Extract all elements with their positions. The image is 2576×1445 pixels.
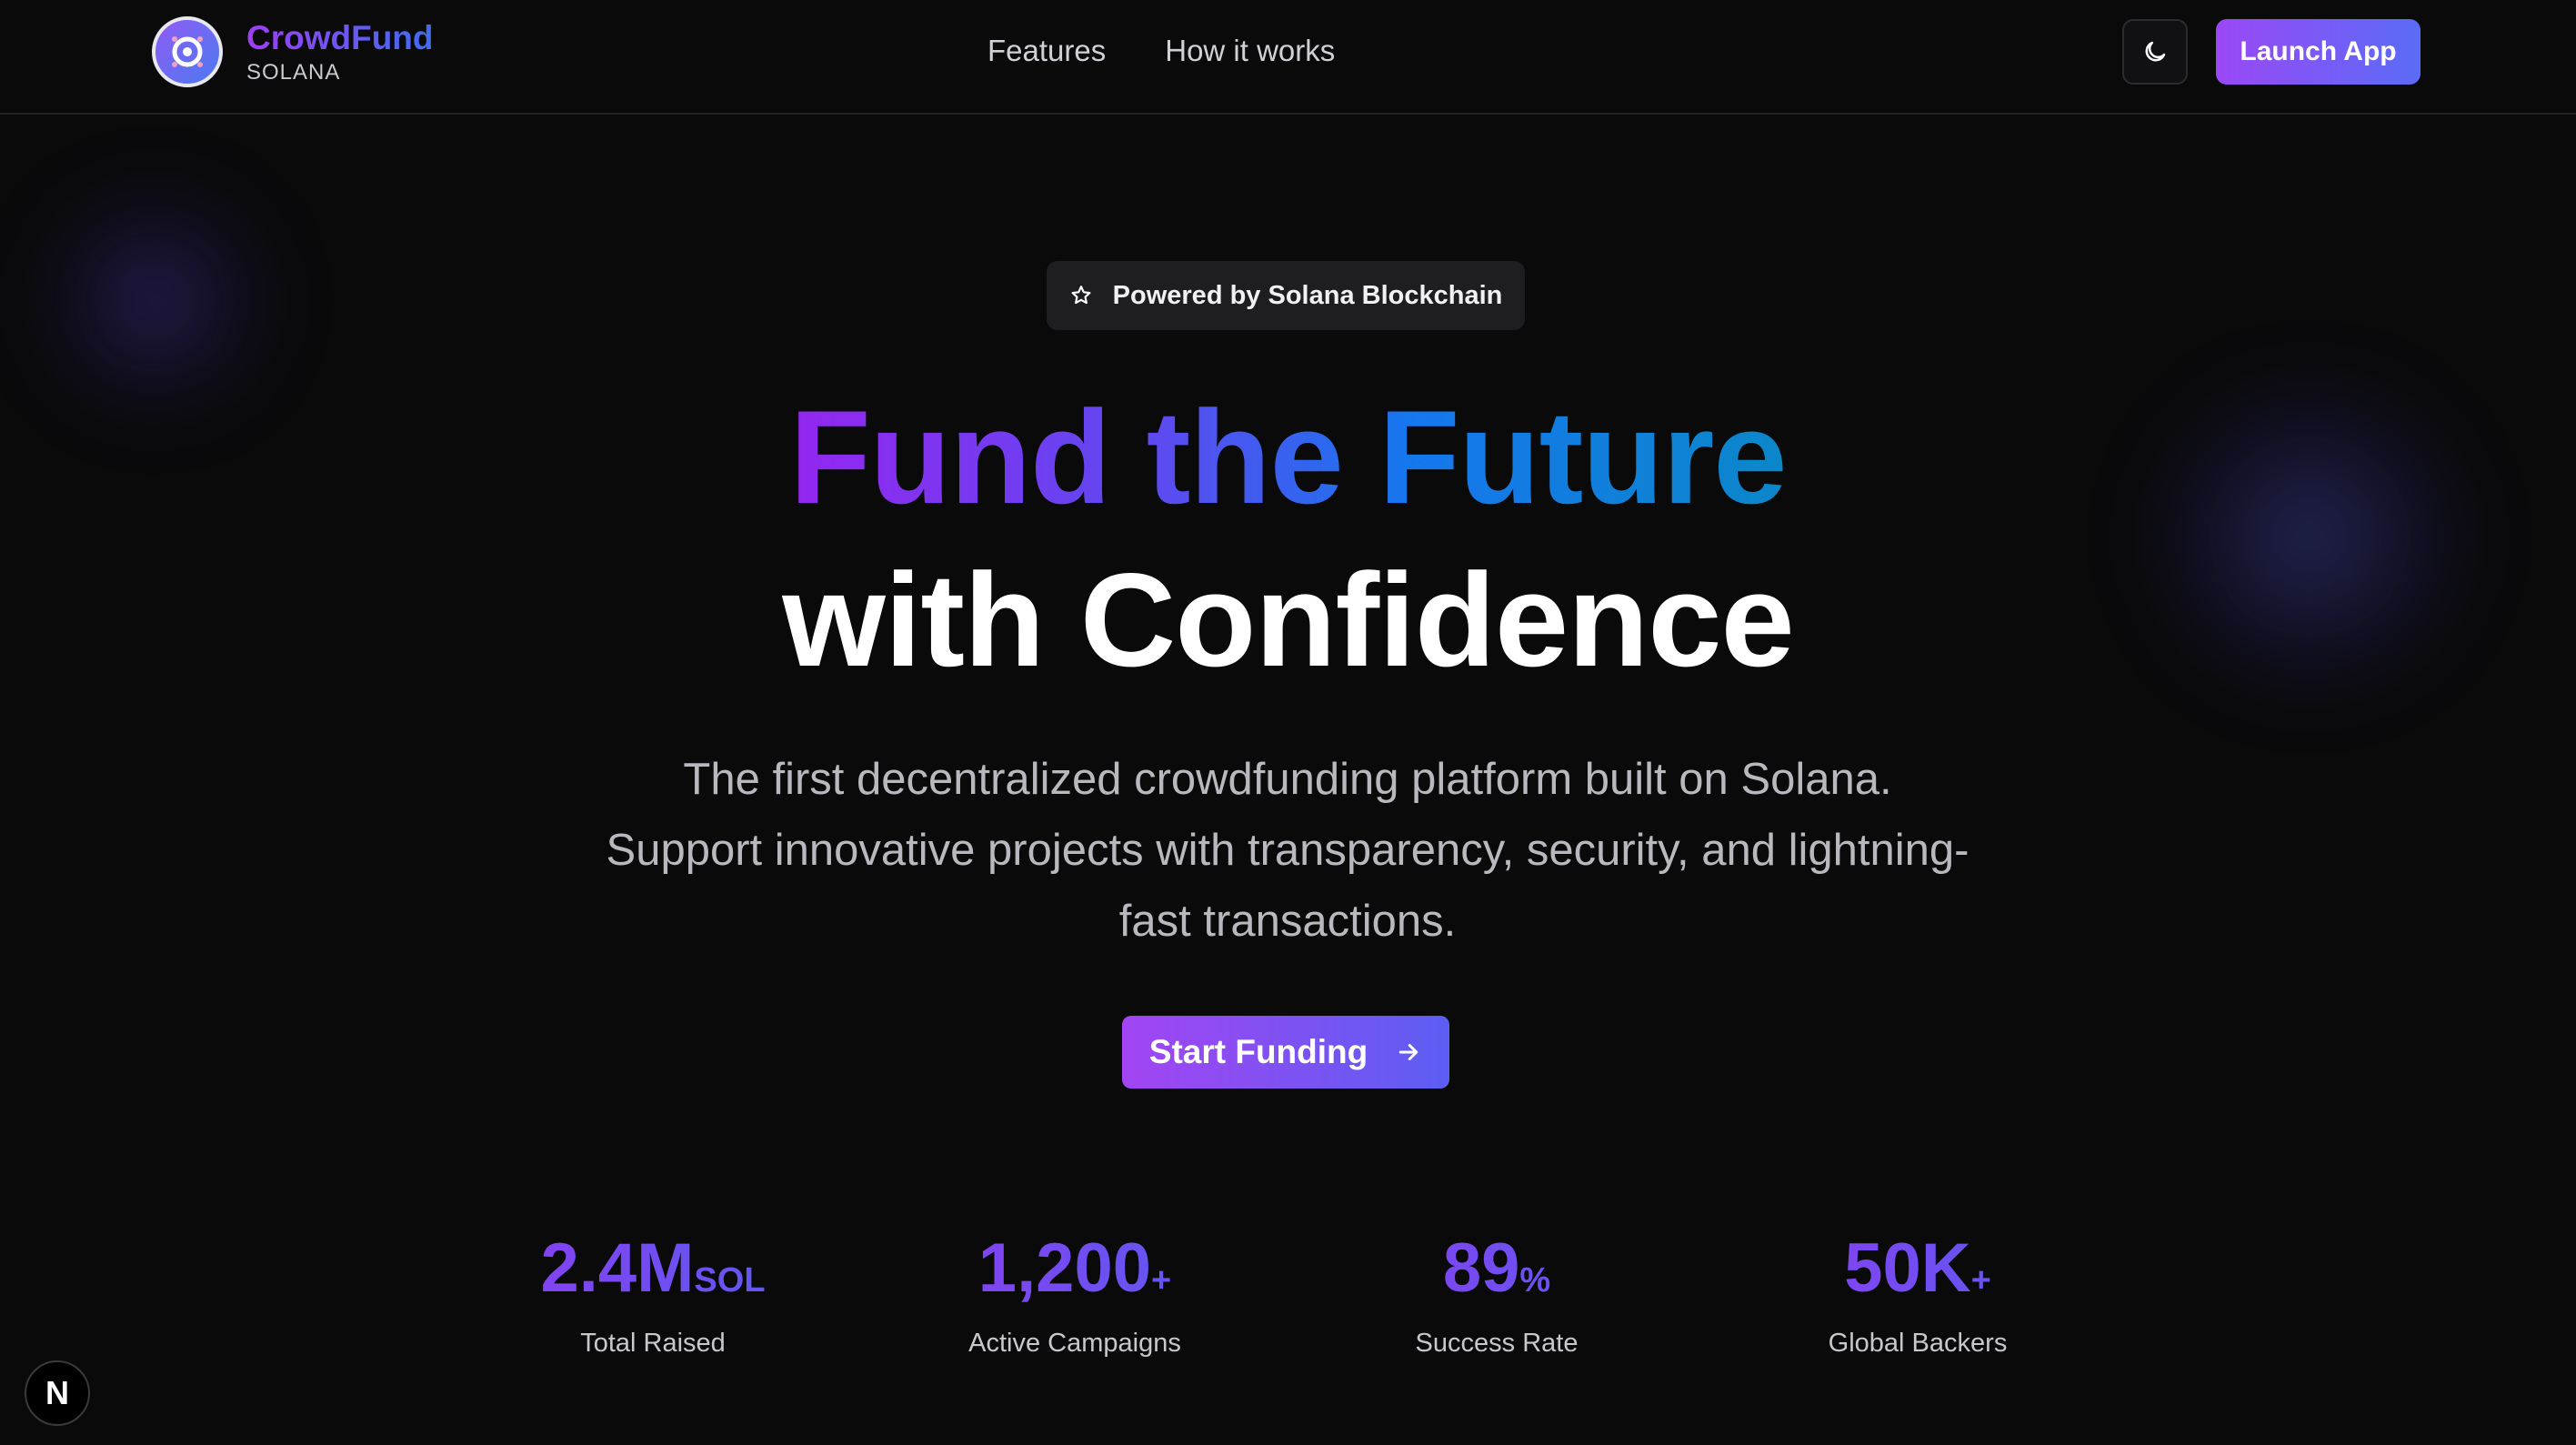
theme-toggle-button[interactable] [2122, 19, 2188, 85]
main-nav: Features How it works [987, 31, 1335, 71]
start-funding-button[interactable]: Start Funding [1122, 1016, 1449, 1089]
launch-app-button[interactable]: Launch App [2216, 19, 2421, 85]
stat-value: 2.4M [540, 1229, 695, 1307]
stat-total-raised: 2.4MSOL Total Raised [489, 1228, 817, 1360]
brand-logo-link[interactable]: CrowdFund SOLANA [152, 16, 434, 87]
stat-label: Total Raised [580, 1329, 726, 1358]
stat-global-backers: 50K+ Global Backers [1754, 1228, 2081, 1360]
badge-text: Powered by Solana Blockchain [1112, 280, 1503, 310]
stat-suffix: + [1150, 1261, 1172, 1299]
brand-subtitle: SOLANA [246, 60, 341, 85]
nav-link-features[interactable]: Features [987, 31, 1106, 71]
hero-headline: Fund the Future [0, 380, 2576, 535]
stat-value: 1,200 [977, 1229, 1151, 1307]
nav-link-how-it-works[interactable]: How it works [1165, 31, 1335, 71]
dev-tools-badge[interactable]: N [25, 1360, 90, 1426]
stat-label: Success Rate [1415, 1329, 1579, 1358]
stat-label: Active Campaigns [968, 1329, 1181, 1358]
brand-name: CrowdFund [246, 19, 434, 56]
crowdfund-logo-icon [152, 16, 223, 87]
arrow-right-icon [1398, 1044, 1418, 1060]
powered-by-badge: Powered by Solana Blockchain [1047, 261, 1525, 330]
hero-headline-line2: with Confidence [782, 546, 1794, 694]
moon-icon [2145, 41, 2166, 62]
stat-value: 50K [1844, 1229, 1971, 1307]
stat-suffix: SOL [694, 1261, 766, 1299]
start-funding-label: Start Funding [1148, 1033, 1368, 1070]
top-header: CrowdFund SOLANA Features How it works L… [0, 0, 2576, 115]
stat-value: 89 [1442, 1229, 1520, 1307]
headline-gradient-text: Fund the Future [789, 383, 1787, 531]
star-icon [1071, 286, 1091, 305]
stat-suffix: + [1970, 1261, 1991, 1299]
stat-success-rate: 89% Success Rate [1333, 1228, 1660, 1360]
background-glow [36, 191, 273, 409]
hero-description: The first decentralized crowdfunding pla… [606, 755, 1970, 946]
stat-active-campaigns: 1,200+ Active Campaigns [911, 1228, 1238, 1360]
landing-page: CrowdFund SOLANA Features How it works L… [0, 0, 2576, 1445]
stat-suffix: % [1519, 1261, 1551, 1299]
stat-label: Global Backers [1828, 1329, 2008, 1358]
